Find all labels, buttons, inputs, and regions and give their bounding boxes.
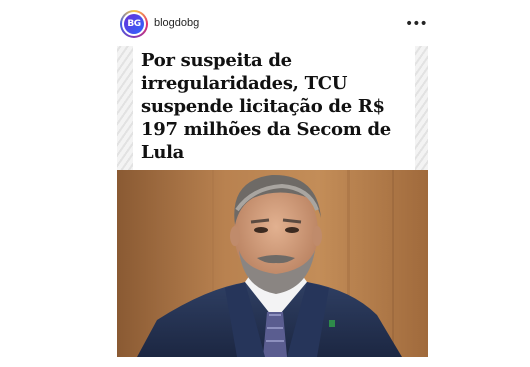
post-header: BG blogdobg •••: [117, 9, 428, 39]
post-headline: Por suspeita de irregularidades, TCU sus…: [141, 50, 391, 163]
more-horizontal-icon: •••: [405, 16, 428, 32]
blogdobg-logo: BG: [124, 14, 144, 34]
account-username[interactable]: blogdobg: [154, 17, 199, 29]
headline-card: Por suspeita de irregularidades, TCU sus…: [117, 46, 428, 170]
more-options-button[interactable]: •••: [405, 14, 428, 34]
avatar[interactable]: BG: [120, 10, 148, 38]
post-photo[interactable]: [117, 170, 428, 357]
instagram-post: BG blogdobg ••• Por suspeita de irregula…: [117, 0, 428, 367]
